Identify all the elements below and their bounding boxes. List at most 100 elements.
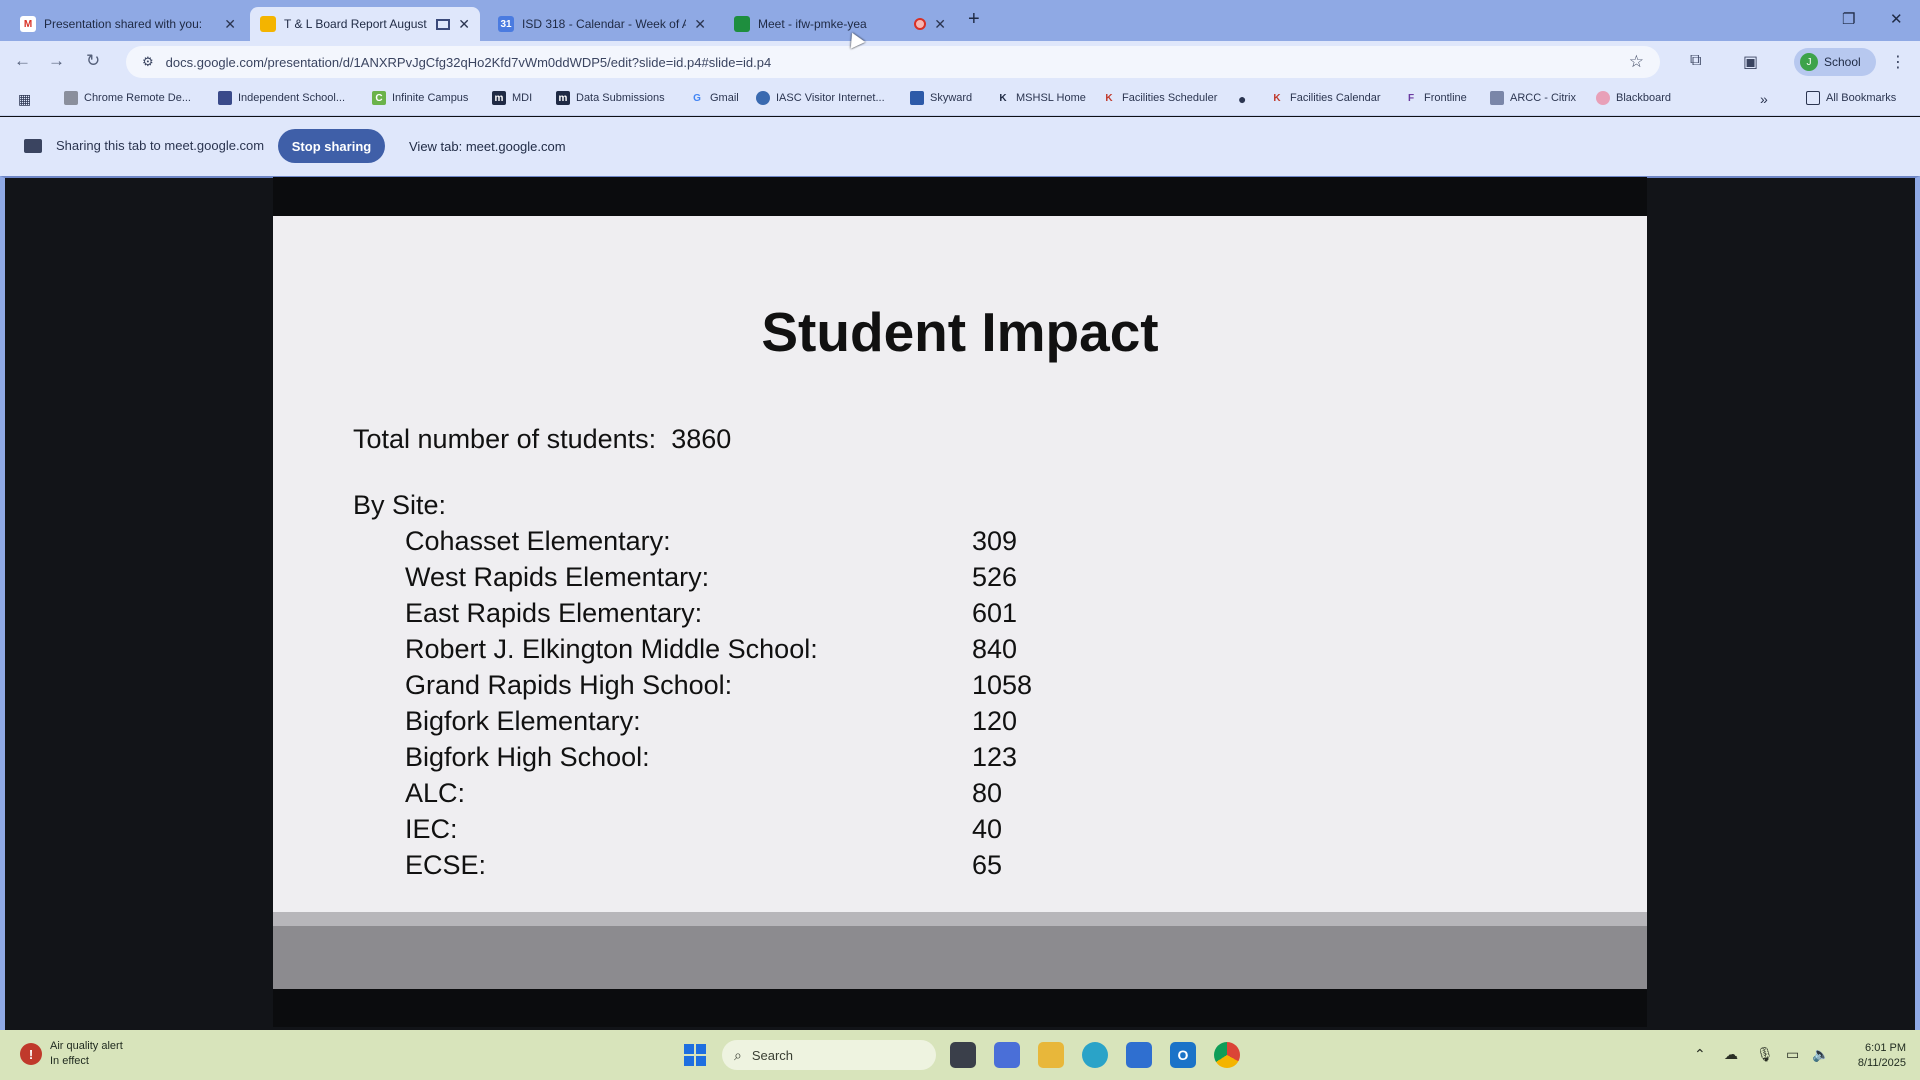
blackboard-icon — [1596, 91, 1610, 105]
extensions-icon[interactable]: ⧉ — [1690, 52, 1701, 70]
clock-time: 6:01 PM — [1865, 1042, 1906, 1054]
site-name: IEC: — [405, 814, 458, 844]
url-text[interactable]: docs.google.com/presentation/d/1ANXRPvJg… — [166, 55, 772, 70]
stop-sharing-button[interactable]: Stop sharing — [278, 129, 385, 163]
close-tab-icon[interactable]: ✕ — [224, 16, 236, 33]
tab-calendar[interactable]: 31 ISD 318 - Calendar - Week of A ✕ — [488, 7, 716, 41]
mdi-icon: m — [492, 91, 506, 105]
site-count: 80 — [972, 778, 1003, 808]
bookmark-item[interactable]: Chrome Remote De... — [64, 91, 191, 105]
bookmark-label: Data Submissions — [576, 92, 665, 104]
site-count: 123 — [972, 742, 1018, 772]
bookmark-item[interactable]: F Frontline — [1404, 91, 1467, 105]
volume-icon[interactable]: 🔈 — [1812, 1046, 1829, 1063]
widgets-icon[interactable] — [994, 1042, 1020, 1068]
forward-icon[interactable]: → — [48, 51, 65, 71]
site-info-icon[interactable]: ⚙ — [142, 54, 154, 70]
edge-icon[interactable] — [1082, 1042, 1108, 1068]
profile-button[interactable]: J School — [1794, 48, 1876, 76]
address-bar[interactable]: ⚙ docs.google.com/presentation/d/1ANXRPv… — [126, 46, 1660, 78]
tab-title: T & L Board Report August — [284, 17, 427, 31]
system-clock[interactable]: 6:01 PM 8/11/2025 — [1840, 1041, 1906, 1071]
calendar-icon: 31 — [498, 16, 514, 32]
slides-icon — [260, 16, 276, 32]
bookmark-label: Facilities Scheduler — [1122, 92, 1218, 104]
site-list: Cohasset Elementary: 309 West Rapids Elem… — [405, 526, 1105, 886]
folder-icon — [1806, 91, 1820, 105]
globe-icon[interactable]: ● — [1238, 91, 1246, 107]
bookmark-label: IASC Visitor Internet... — [776, 92, 885, 104]
bookmark-item[interactable]: C Infinite Campus — [372, 91, 468, 105]
bookmark-item[interactable]: K Facilities Scheduler — [1102, 91, 1217, 105]
view-tab-button[interactable]: View tab: meet.google.com — [397, 129, 578, 163]
slide-top-band — [273, 177, 1647, 217]
close-window-icon[interactable]: ✕ — [1890, 10, 1903, 28]
bookmark-label: Facilities Calendar — [1290, 92, 1381, 104]
taskbar-search[interactable]: ⌕ Search — [722, 1040, 936, 1070]
meet-icon — [734, 16, 750, 32]
tab-board-report[interactable]: T & L Board Report August ✕ — [250, 7, 480, 41]
bookmark-item[interactable]: K Facilities Calendar — [1270, 91, 1380, 105]
bookmark-item[interactable]: Independent School... — [218, 91, 345, 105]
site-count: 526 — [972, 562, 1018, 592]
tab-title: ISD 318 - Calendar - Week of A — [522, 17, 687, 31]
site-count: 840 — [972, 634, 1018, 664]
bookmark-item[interactable]: m Data Submissions — [556, 91, 665, 105]
store-icon[interactable] — [1126, 1042, 1152, 1068]
site-count: 309 — [972, 526, 1018, 556]
close-tab-icon[interactable]: ✕ — [934, 16, 946, 33]
site-name: Bigfork Elementary: — [405, 706, 641, 736]
bookmark-label: Infinite Campus — [392, 92, 469, 104]
air-quality-alert-icon: ! — [20, 1043, 42, 1065]
tab-search-icon[interactable]: ▣ — [1743, 52, 1758, 72]
bookmark-label: MSHSL Home — [1016, 92, 1086, 104]
by-site-heading: By Site: — [353, 490, 447, 520]
bookmark-item[interactable]: ARCC - Citrix — [1490, 91, 1576, 105]
facilities-calendar-icon: K — [1273, 92, 1281, 104]
bookmark-item[interactable]: Blackboard — [1596, 91, 1671, 105]
weather-line2: In effect — [50, 1055, 89, 1067]
google-icon: G — [693, 92, 701, 104]
new-tab-icon[interactable]: + — [968, 8, 980, 31]
gmail-icon: M — [20, 16, 36, 32]
back-icon[interactable]: ← — [14, 51, 31, 71]
microphone-icon[interactable]: 🎙 — [1756, 1046, 1774, 1063]
site-row: Grand Rapids High School: 1058 — [405, 670, 1105, 706]
avatar: J — [1800, 53, 1818, 71]
close-tab-icon[interactable]: ✕ — [458, 16, 470, 33]
site-row: Bigfork High School: 123 — [405, 742, 1105, 778]
task-view-icon[interactable] — [950, 1042, 976, 1068]
search-placeholder: Search — [751, 1047, 794, 1063]
tab-meet[interactable]: Meet - ifw-pmke-yea ✕ — [724, 7, 956, 41]
chrome-icon[interactable] — [1214, 1042, 1240, 1068]
bookmarks-overflow-icon[interactable]: » — [1760, 91, 1768, 107]
network-icon[interactable]: ▭ — [1786, 1046, 1799, 1063]
bookmark-star-icon[interactable]: ☆ — [1629, 52, 1644, 72]
close-tab-icon[interactable]: ✕ — [694, 16, 706, 33]
bookmark-item[interactable]: Skyward — [910, 91, 972, 105]
weather-widget[interactable]: ! Air quality alert In effect — [20, 1039, 123, 1069]
bookmark-item[interactable]: m MDI — [492, 91, 532, 105]
presentation-slide: Student Impact Total number of students:… — [273, 216, 1647, 913]
menu-icon[interactable]: ⋮ — [1890, 52, 1906, 72]
tab-title: Meet - ifw-pmke-yea — [758, 17, 867, 31]
bookmark-item[interactable]: IASC Visitor Internet... — [756, 91, 885, 105]
bookmark-item[interactable]: G Gmail — [690, 91, 739, 105]
cloud-sync-icon[interactable]: ☁ — [1724, 1046, 1738, 1063]
restore-window-icon[interactable]: ❐ — [1842, 10, 1855, 28]
site-name: West Rapids Elementary: — [405, 562, 710, 592]
bookmark-item[interactable]: K MSHSL Home — [996, 91, 1086, 105]
visitor-internet-icon — [756, 91, 770, 105]
site-row: Bigfork Elementary: 120 — [405, 706, 1105, 742]
reload-icon[interactable]: ↻ — [86, 51, 100, 71]
show-hidden-icons[interactable]: ⌃ — [1694, 1046, 1706, 1063]
bookmarks-bar: ▦ Chrome Remote De... Independent School… — [0, 83, 1920, 116]
tab-presentation-shared[interactable]: M Presentation shared with you: ✕ — [10, 7, 246, 41]
all-bookmarks[interactable]: All Bookmarks — [1806, 91, 1896, 105]
outlook-icon[interactable]: O — [1170, 1042, 1196, 1068]
file-explorer-icon[interactable] — [1038, 1042, 1064, 1068]
profile-label: School — [1824, 55, 1861, 69]
apps-icon[interactable]: ▦ — [18, 91, 31, 108]
infinite-campus-icon: C — [372, 91, 386, 105]
start-button[interactable] — [684, 1044, 706, 1066]
